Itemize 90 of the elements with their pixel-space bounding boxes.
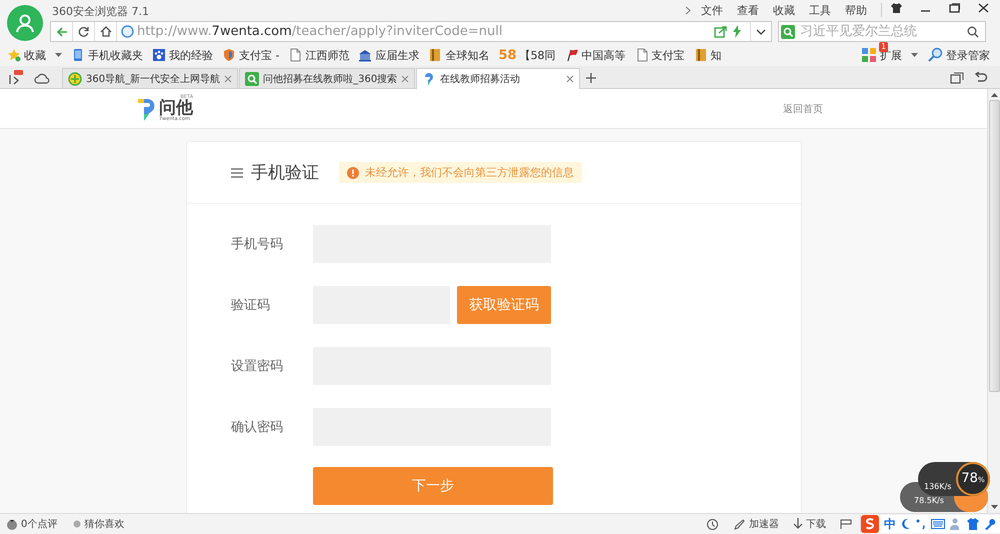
browser-tab[interactable]: 问他招募在线教师啦_360搜索: [239, 68, 416, 88]
bookmark-item[interactable]: 58 【58同: [498, 48, 556, 62]
browser-tab[interactable]: 360导航_新一代安全上网导航: [62, 68, 238, 88]
notification-badge: 1: [879, 42, 888, 52]
home-link[interactable]: 返回首页: [783, 102, 823, 116]
flag-icon: [564, 48, 579, 62]
cloud-icon[interactable]: [34, 72, 50, 84]
caret-icon[interactable]: [911, 53, 918, 57]
book-icon: [694, 48, 708, 62]
keyboard-icon[interactable]: [931, 519, 945, 529]
download-speed: 78.5K/s: [914, 496, 944, 505]
history-icon[interactable]: [706, 518, 719, 530]
star-icon: [7, 48, 21, 62]
punctuation-icon[interactable]: [916, 518, 926, 530]
page-icon: [288, 48, 302, 62]
search-engine-icon: [245, 72, 260, 86]
windows-icon[interactable]: [950, 72, 964, 84]
home-icon: [100, 26, 112, 37]
field-label: 手机号码: [230, 236, 284, 253]
shield-icon: [222, 48, 236, 62]
share-icon[interactable]: [714, 26, 727, 38]
sidebar-toggle-icon[interactable]: [8, 70, 24, 86]
status-item[interactable]: 0个点评: [6, 517, 58, 531]
plus-icon: [586, 73, 596, 83]
download-icon: [793, 518, 803, 530]
dropdown-button[interactable]: [750, 21, 772, 42]
page-icon: [634, 48, 649, 62]
menu-icon: [231, 168, 243, 178]
paw-icon: [152, 48, 166, 62]
lightning-icon[interactable]: [732, 25, 742, 38]
question-mark-logo-icon: [136, 96, 156, 120]
menu-item[interactable]: 查看: [737, 2, 759, 18]
magnifier-icon: [927, 47, 943, 63]
status-item[interactable]: 猜你喜欢: [73, 517, 124, 531]
wrench-icon[interactable]: [984, 518, 996, 530]
field-label: 确认密码: [230, 419, 284, 436]
scrollbar[interactable]: [987, 89, 1000, 513]
bookmark-logo: 58: [498, 48, 517, 62]
scroll-up-icon[interactable]: [990, 93, 998, 98]
bookmark-item[interactable]: 手机收藏夹: [71, 48, 143, 62]
book-icon: [428, 48, 442, 62]
upload-speed: 136K/s: [924, 482, 952, 491]
status-item[interactable]: 下载: [793, 517, 826, 531]
status-item[interactable]: 加速器: [733, 517, 779, 531]
reload-icon: [78, 26, 89, 37]
apps-icon: [861, 47, 877, 63]
undo-icon[interactable]: [974, 72, 988, 84]
search-icon[interactable]: [967, 26, 979, 38]
scroll-down-icon[interactable]: [990, 504, 998, 509]
shirt-icon[interactable]: [967, 518, 979, 530]
user-avatar[interactable]: [7, 5, 43, 41]
search-engine-icon: [781, 24, 795, 38]
bookmark-item[interactable]: 知: [694, 48, 722, 62]
scrollbar-thumb[interactable]: [988, 100, 1000, 392]
flag-icon[interactable]: [840, 519, 852, 529]
back-arrow-icon: [56, 26, 68, 36]
bookmark-item[interactable]: 全球知名: [428, 48, 490, 62]
maximize-icon[interactable]: [949, 3, 960, 13]
toolbar-button[interactable]: 登录管家: [927, 47, 990, 63]
input-mode[interactable]: 中: [884, 516, 896, 532]
menu-item[interactable]: 帮助: [845, 2, 867, 18]
caret-icon[interactable]: [55, 53, 62, 57]
bookmark-item[interactable]: 应届生求: [358, 48, 420, 62]
menu-item[interactable]: 工具: [809, 2, 831, 18]
site-logo: 问他: [159, 100, 193, 117]
dot-icon: [73, 520, 82, 528]
skin-icon[interactable]: [891, 3, 902, 13]
building-icon: [358, 48, 372, 62]
bookmark-item[interactable]: 支付宝: [634, 48, 685, 62]
privacy-notice: 未经允许，我们不会向第三方泄露您的信息: [339, 162, 582, 183]
bookmark-item[interactable]: 支付宝 -: [222, 48, 280, 62]
menu-item[interactable]: 收藏: [773, 2, 795, 18]
search-field[interactable]: 习近平见爱尔兰总统: [778, 21, 986, 42]
field-label: 验证码: [230, 297, 271, 314]
phone-icon: [71, 48, 85, 62]
bookmark-item[interactable]: 收藏: [7, 48, 46, 62]
caret-icon: [756, 28, 766, 34]
bookmark-item[interactable]: 江西师范: [288, 48, 350, 62]
field-label: 设置密码: [230, 358, 284, 375]
warning-icon: [347, 166, 359, 178]
menu-item[interactable]: 文件: [701, 2, 723, 18]
moon-icon[interactable]: [901, 518, 911, 530]
browser-tab[interactable]: 在线教师招募活动: [416, 68, 580, 89]
window-title: 360安全浏览器 7.1: [52, 4, 149, 18]
bookmark-item[interactable]: 中国高等: [564, 48, 626, 62]
close-icon[interactable]: [978, 3, 989, 13]
ime-logo-icon[interactable]: [861, 515, 879, 533]
card-title: 手机验证: [251, 162, 319, 184]
chevron-icon[interactable]: [685, 6, 691, 14]
bookmark-item[interactable]: 我的经验: [152, 48, 213, 62]
